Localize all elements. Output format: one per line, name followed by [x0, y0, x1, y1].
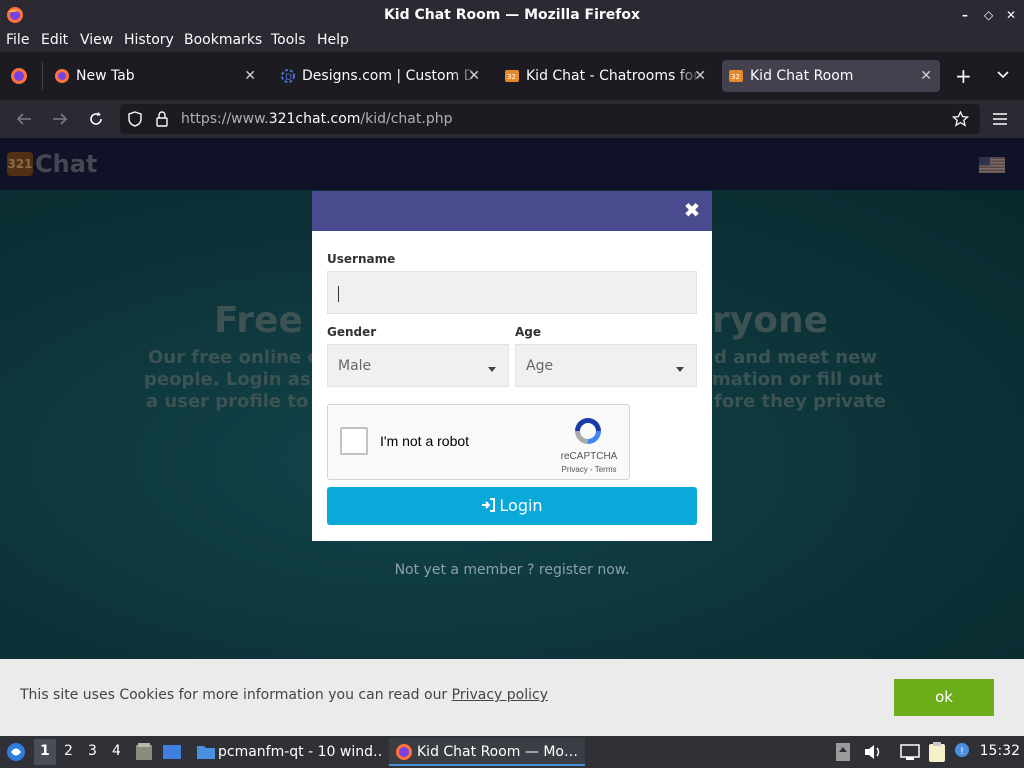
close-icon[interactable]: ✖ — [682, 200, 702, 220]
cookie-banner: This site uses Cookies for more informat… — [0, 659, 1024, 736]
shield-icon[interactable] — [128, 111, 142, 127]
page-content: 321 Chat Free ryone Our free online cd a… — [0, 138, 1024, 736]
menu-help[interactable]: Help — [317, 32, 349, 48]
task-pcmanfm[interactable]: pcmanfm-qt - 10 wind… — [192, 738, 382, 766]
volume-icon[interactable] — [864, 744, 882, 760]
folder-icon — [197, 746, 215, 759]
task-firefox[interactable]: Kid Chat Room — Mo… — [389, 738, 585, 766]
chevron-down-icon — [676, 367, 684, 372]
notification-icon[interactable]: ! — [954, 742, 972, 760]
username-field[interactable] — [327, 271, 697, 314]
lock-icon[interactable] — [155, 111, 169, 127]
menu-view[interactable]: View — [80, 32, 113, 48]
recaptcha-terms-link[interactable]: Privacy - Terms — [554, 465, 624, 474]
svg-text:D: D — [285, 73, 292, 83]
firefox-view-icon[interactable] — [10, 67, 28, 85]
menu-file[interactable]: File — [6, 32, 29, 48]
recaptcha-label: I'm not a robot — [380, 433, 470, 449]
chevron-down-icon — [488, 367, 496, 372]
close-tab-icon[interactable]: ✕ — [244, 60, 256, 92]
file-manager-launcher-icon[interactable] — [134, 743, 154, 761]
menu-edit[interactable]: Edit — [41, 32, 68, 48]
cookie-ok-button[interactable]: ok — [894, 679, 994, 716]
svg-text:32: 32 — [507, 73, 516, 81]
taskbar: 1 2 3 4 pcmanfm-qt - 10 wind… Kid Chat R… — [0, 736, 1024, 768]
firefox-icon — [396, 744, 412, 760]
tab-label: Designs.com | Custom Designs — [302, 68, 478, 84]
url-text[interactable]: https://www.321chat.com/kid/chat.php — [181, 104, 452, 134]
designs-icon: D — [281, 69, 295, 83]
start-menu-icon[interactable] — [6, 742, 26, 762]
svg-text:!: ! — [960, 746, 964, 757]
tab-designs[interactable]: D Designs.com | Custom Designs ✕ — [276, 60, 488, 92]
forward-icon[interactable] — [52, 112, 68, 126]
navigation-bar: https://www.321chat.com/kid/chat.php — [0, 100, 1024, 138]
task-label: Kid Chat Room — Mo… — [417, 744, 578, 760]
desktop-launcher-icon[interactable] — [162, 743, 182, 761]
tab-label: Kid Chat - Chatrooms for Kids — [526, 68, 702, 84]
privacy-policy-link[interactable]: Privacy policy — [452, 687, 548, 703]
sign-in-icon — [482, 498, 496, 512]
hamburger-menu-icon[interactable] — [993, 113, 1007, 125]
close-tab-icon[interactable]: ✕ — [468, 60, 480, 92]
recaptcha-widget: I'm not a robot reCAPTCHA Privacy - Term… — [327, 404, 630, 480]
menu-history[interactable]: History — [124, 32, 174, 48]
svg-text:32: 32 — [731, 73, 740, 81]
minimize-button[interactable]: – — [962, 0, 968, 30]
recaptcha-brand: reCAPTCHA — [560, 451, 618, 462]
tab-label: New Tab — [76, 68, 135, 84]
login-label: Login — [499, 496, 543, 515]
window-title: Kid Chat Room — Mozilla Firefox — [383, 7, 641, 23]
tray-upload-icon[interactable] — [836, 743, 850, 761]
recaptcha-checkbox[interactable] — [340, 427, 368, 455]
workspace-1[interactable]: 1 — [40, 743, 50, 759]
close-tab-icon[interactable]: ✕ — [920, 60, 932, 92]
tab-kid-chat-room[interactable]: 32 Kid Chat Room ✕ — [722, 60, 940, 92]
login-button[interactable]: Login — [327, 487, 697, 525]
gender-label: Gender — [327, 325, 377, 339]
reload-icon[interactable] — [88, 111, 104, 127]
login-modal: ✖ Username Gender Male Age Age I'm not a… — [312, 191, 712, 541]
menu-tools[interactable]: Tools — [271, 32, 306, 48]
age-select[interactable]: Age — [515, 344, 697, 387]
register-link[interactable]: Not yet a member ? register now. — [0, 562, 1024, 578]
recaptcha-logo-icon — [575, 418, 601, 444]
close-window-button[interactable]: ✕ — [1006, 0, 1016, 30]
gender-value: Male — [338, 358, 372, 374]
network-icon[interactable] — [900, 744, 920, 760]
text-cursor — [338, 286, 339, 302]
workspace-3[interactable]: 3 — [88, 743, 97, 759]
tab-bar: New Tab ✕ D Designs.com | Custom Designs… — [0, 52, 1024, 100]
firefox-icon — [7, 7, 23, 23]
321chat-icon: 32 — [729, 70, 743, 82]
modal-header: ✖ — [312, 191, 712, 231]
age-label: Age — [515, 325, 542, 339]
clipboard-icon[interactable] — [928, 741, 946, 763]
bookmark-star-icon[interactable] — [952, 111, 969, 127]
workspace-4[interactable]: 4 — [112, 743, 121, 759]
window-titlebar: Kid Chat Room — Mozilla Firefox – ◇ ✕ — [0, 0, 1024, 30]
menu-bookmarks[interactable]: Bookmarks — [184, 32, 262, 48]
new-tab-icon[interactable]: + — [955, 66, 972, 86]
firefox-icon — [55, 69, 69, 83]
url-bar[interactable]: https://www.321chat.com/kid/chat.php — [120, 104, 980, 134]
cookie-text: This site uses Cookies for more informat… — [20, 687, 549, 703]
back-icon[interactable] — [16, 112, 32, 126]
tab-new-tab[interactable]: New Tab ✕ — [50, 60, 264, 92]
list-tabs-icon[interactable] — [997, 71, 1009, 79]
workspace-2[interactable]: 2 — [64, 743, 73, 759]
username-label: Username — [327, 252, 396, 266]
gender-select[interactable]: Male — [327, 344, 509, 387]
age-value: Age — [526, 358, 554, 374]
tab-label: Kid Chat Room — [750, 68, 854, 84]
clock: 15:32 — [979, 743, 1020, 759]
close-tab-icon[interactable]: ✕ — [694, 60, 706, 92]
menu-bar: File Edit View History Bookmarks Tools H… — [0, 30, 1024, 52]
tab-kid-chat-chatrooms[interactable]: 32 Kid Chat - Chatrooms for Kids ✕ — [500, 60, 714, 92]
321chat-icon: 32 — [505, 70, 519, 82]
task-label: pcmanfm-qt - 10 wind… — [218, 744, 382, 760]
maximize-button[interactable]: ◇ — [984, 0, 993, 30]
